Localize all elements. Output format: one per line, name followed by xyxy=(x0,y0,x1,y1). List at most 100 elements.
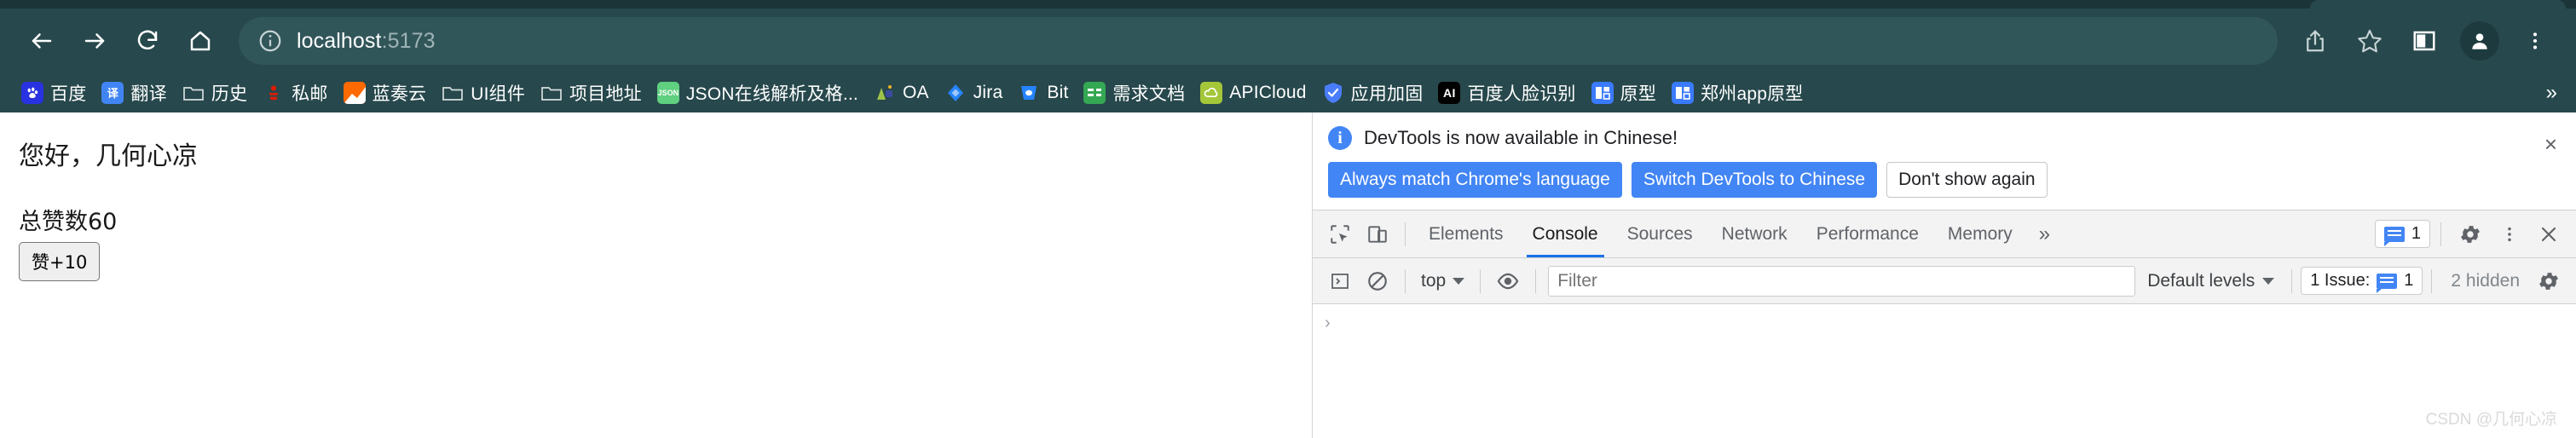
execution-context-selector[interactable]: top xyxy=(1414,271,1471,291)
bookmark-history-folder[interactable]: 历史 xyxy=(175,77,255,109)
address-bar[interactable]: localhost:5173 xyxy=(239,17,2278,65)
bookmark-label: 百度 xyxy=(50,84,87,104)
bookmark-label: 需求文档 xyxy=(1112,84,1186,104)
bookmark-app-hardening[interactable]: 应用加固 xyxy=(1314,77,1431,109)
bookmark-lanzou[interactable]: 蓝奏云 xyxy=(336,77,435,109)
share-button[interactable] xyxy=(2290,15,2341,66)
tab-performance[interactable]: Performance xyxy=(1802,210,1933,257)
execution-context-value: top xyxy=(1421,270,1447,291)
bookmark-prototype[interactable]: 原型 xyxy=(1584,77,1664,109)
bookmark-star-button[interactable] xyxy=(2344,15,2395,66)
message-icon xyxy=(2383,226,2405,246)
bookmark-oa[interactable]: OA xyxy=(866,77,937,109)
inspect-glyph xyxy=(1331,224,1349,244)
bookmark-label: 原型 xyxy=(1620,84,1657,104)
clear-console-icon[interactable] xyxy=(1359,262,1396,300)
console-filter-input[interactable] xyxy=(1548,265,2136,297)
banner-message: DevTools is now available in Chinese! xyxy=(1364,127,1678,148)
inspect-element-icon[interactable] xyxy=(1321,216,1359,253)
divider xyxy=(2431,268,2433,293)
netease-mail-icon xyxy=(263,82,285,104)
tab-console[interactable]: Console xyxy=(1518,210,1613,257)
no-entry-glyph xyxy=(1368,271,1387,291)
divider xyxy=(2440,222,2441,246)
console-output[interactable]: › CSDN @几何心凉 xyxy=(1313,304,2576,438)
bookmark-project-url-folder[interactable]: 项目地址 xyxy=(533,77,650,109)
console-issues-button[interactable]: 1 Issue: 1 xyxy=(2301,267,2423,295)
shield-glyph xyxy=(1324,83,1342,103)
mail-glyph xyxy=(269,85,279,101)
bookmark-json-parser[interactable]: JSON JSON在线解析及格... xyxy=(650,77,866,109)
kebab-menu-icon[interactable] xyxy=(2491,216,2528,253)
bookmark-requirements-doc[interactable]: 需求文档 xyxy=(1076,77,1193,109)
tab-elements[interactable]: Elements xyxy=(1414,210,1518,257)
browser-window: localhost:5173 百度 译 翻译 历史 私邮 蓝奏云 UI组件 项目… xyxy=(0,0,2576,438)
prototype-glyph xyxy=(1672,82,1695,104)
bookmark-ui-components-folder[interactable]: UI组件 xyxy=(434,77,533,109)
oa-icon xyxy=(874,82,896,104)
log-levels-selector[interactable]: Default levels xyxy=(2139,271,2283,291)
more-tabs-button[interactable]: » xyxy=(2027,222,2062,246)
bookmark-baidu[interactable]: 百度 xyxy=(14,77,94,109)
tab-sources[interactable]: Sources xyxy=(1613,210,1707,257)
chrome-menu-button[interactable] xyxy=(2510,15,2561,66)
tab-memory[interactable]: Memory xyxy=(1933,210,2027,257)
device-glyph xyxy=(1368,225,1387,243)
arrow-left-icon xyxy=(32,33,52,49)
home-button[interactable] xyxy=(174,14,227,67)
gear-icon[interactable] xyxy=(2452,216,2489,253)
bookmark-mail[interactable]: 私邮 xyxy=(255,77,335,109)
divider xyxy=(1480,268,1481,293)
close-devtools-icon[interactable] xyxy=(2530,216,2567,253)
bookmark-zhengzhou-app-prototype[interactable]: 郑州app原型 xyxy=(1664,77,1811,109)
folder-glyph xyxy=(541,87,562,101)
always-match-language-button[interactable]: Always match Chrome's language xyxy=(1328,162,1622,198)
folder-icon xyxy=(540,82,563,104)
bitbucket-icon xyxy=(1018,82,1040,104)
like-button[interactable]: 赞+10 xyxy=(19,242,101,281)
lanzou-glyph xyxy=(343,82,366,104)
bookmark-label: Bit xyxy=(1047,83,1069,102)
issues-badge-button[interactable]: 1 xyxy=(2374,220,2430,248)
forward-button[interactable] xyxy=(68,14,121,67)
bookmark-label: APICloud xyxy=(1229,83,1307,102)
star-icon xyxy=(2358,29,2382,53)
bookmarks-overflow-button[interactable]: » xyxy=(2539,81,2564,105)
bookmark-apicloud[interactable]: APICloud xyxy=(1193,77,1314,109)
paw-icon xyxy=(27,87,38,98)
translate-icon: 译 xyxy=(101,82,124,104)
close-glyph xyxy=(2541,227,2556,241)
tab-network[interactable]: Network xyxy=(1707,210,1802,257)
bookmark-jira[interactable]: Jira xyxy=(937,77,1011,109)
bookmark-bitbucket[interactable]: Bit xyxy=(1010,77,1076,109)
active-tab[interactable] xyxy=(2310,0,2566,9)
console-sidebar-icon[interactable] xyxy=(1321,262,1359,300)
gear-glyph xyxy=(2461,225,2480,243)
prototype-icon xyxy=(1591,82,1614,104)
bookmark-translate[interactable]: 译 翻译 xyxy=(94,77,174,109)
bookmark-label: 郑州app原型 xyxy=(1701,84,1804,104)
bookmark-baidu-face-recognition[interactable]: AI 百度人脸识别 xyxy=(1430,77,1583,109)
divider xyxy=(2291,268,2293,293)
home-icon xyxy=(190,31,211,51)
live-expression-icon[interactable] xyxy=(1489,262,1527,300)
reload-icon xyxy=(137,30,158,50)
dont-show-again-button[interactable]: Don't show again xyxy=(1886,162,2048,198)
info-circle-icon[interactable] xyxy=(257,28,283,54)
prototype-glyph xyxy=(1591,82,1614,104)
bookmark-label: 项目地址 xyxy=(569,84,642,104)
bookmark-label: 应用加固 xyxy=(1350,84,1424,104)
reload-button[interactable] xyxy=(121,14,174,67)
console-settings-gear-icon[interactable] xyxy=(2530,262,2567,300)
profile-button[interactable] xyxy=(2460,21,2499,61)
watermark-text: CSDN @几何心凉 xyxy=(2425,411,2557,429)
device-toolbar-icon[interactable] xyxy=(1359,216,1396,253)
switch-devtools-language-button[interactable]: Switch DevTools to Chinese xyxy=(1631,162,1878,198)
console-prompt-row[interactable]: › xyxy=(1313,304,2576,342)
lanzou-icon xyxy=(343,82,366,104)
content-area: 您好，几何心凉 总赞数60 赞+10 i DevTools is now ava… xyxy=(0,112,2576,438)
close-icon[interactable]: × xyxy=(2541,130,2561,158)
side-panel-button[interactable] xyxy=(2399,15,2450,66)
back-button[interactable] xyxy=(15,14,68,67)
bookmark-label: OA xyxy=(902,83,929,102)
